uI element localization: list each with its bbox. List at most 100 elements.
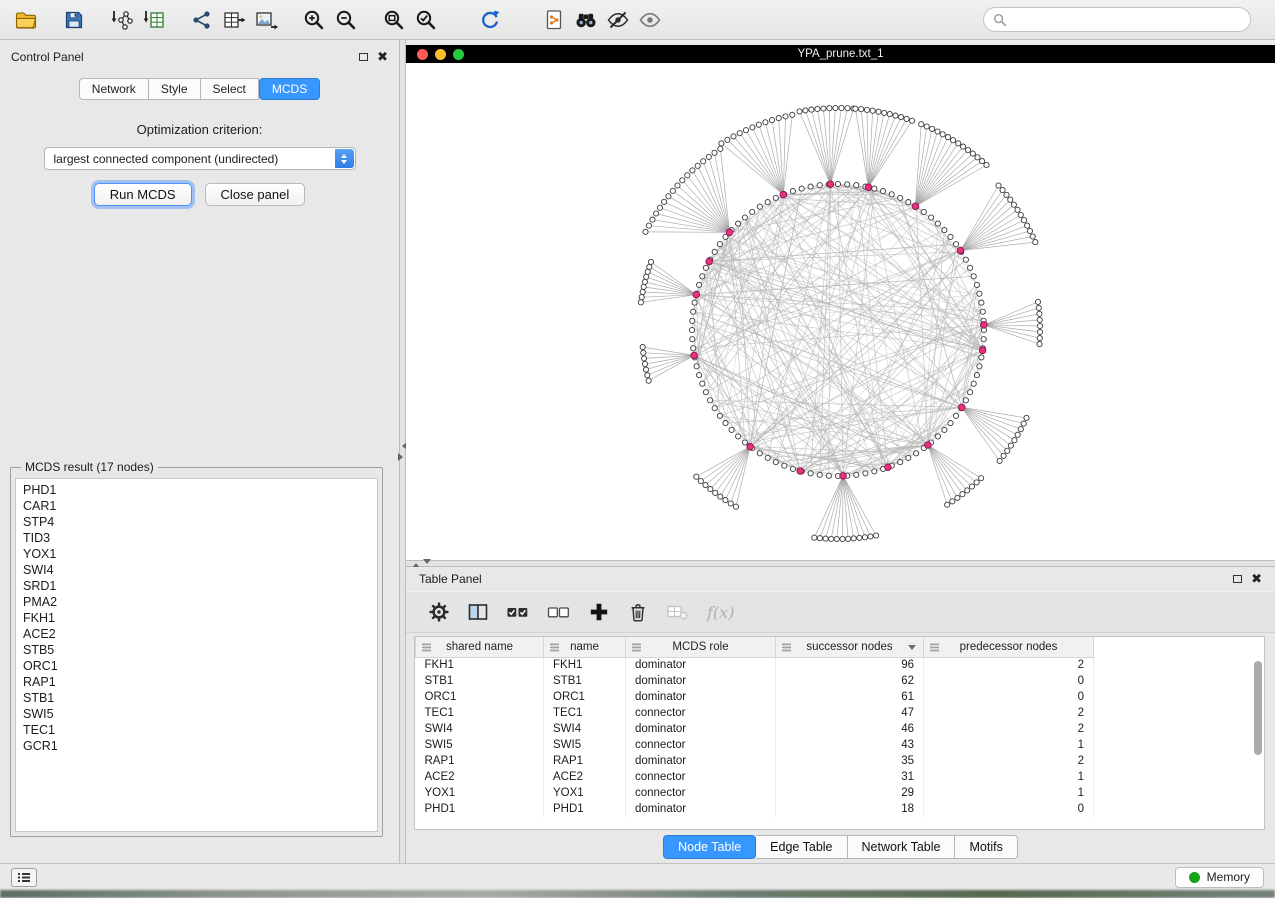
- graph-leaf-node[interactable]: [706, 154, 711, 159]
- graph-node[interactable]: [854, 472, 859, 477]
- graph-dominator-node[interactable]: [885, 464, 892, 471]
- graph-node[interactable]: [906, 200, 911, 205]
- graph-node[interactable]: [968, 390, 973, 395]
- graph-leaf-node[interactable]: [719, 141, 724, 146]
- graph-leaf-node[interactable]: [743, 128, 748, 133]
- graph-leaf-node[interactable]: [713, 490, 718, 495]
- graph-dominator-node[interactable]: [726, 229, 733, 236]
- graph-leaf-node[interactable]: [694, 474, 699, 479]
- graph-leaf-node[interactable]: [639, 295, 644, 300]
- graph-node[interactable]: [729, 427, 734, 432]
- column-header-name[interactable]: name: [544, 637, 626, 657]
- table-scrollbar[interactable]: [1253, 659, 1263, 826]
- graph-node[interactable]: [690, 337, 695, 342]
- graph-node[interactable]: [817, 472, 822, 477]
- graph-leaf-node[interactable]: [756, 122, 761, 127]
- graph-leaf-node[interactable]: [919, 122, 924, 127]
- graph-leaf-node[interactable]: [1005, 448, 1010, 453]
- export-image-button[interactable]: [250, 4, 282, 36]
- graph-leaf-node[interactable]: [859, 107, 864, 112]
- graph-leaf-node[interactable]: [654, 211, 659, 216]
- mcds-result-item[interactable]: GCR1: [23, 738, 377, 754]
- graph-leaf-node[interactable]: [1018, 427, 1023, 432]
- graph-leaf-node[interactable]: [812, 535, 817, 540]
- graph-leaf-node[interactable]: [945, 135, 950, 140]
- select-all-rows-icon[interactable]: [506, 601, 530, 623]
- automation-panel-button[interactable]: [11, 868, 37, 887]
- graph-leaf-node[interactable]: [910, 118, 915, 123]
- graph-node[interactable]: [808, 184, 813, 189]
- graph-node[interactable]: [963, 257, 968, 262]
- graph-leaf-node[interactable]: [640, 345, 645, 350]
- graph-leaf-node[interactable]: [645, 269, 650, 274]
- graph-leaf-node[interactable]: [644, 274, 649, 279]
- graph-node[interactable]: [971, 274, 976, 279]
- graph-leaf-node[interactable]: [823, 536, 828, 541]
- graph-node[interactable]: [790, 466, 795, 471]
- graph-leaf-node[interactable]: [1037, 329, 1042, 334]
- graph-leaf-node[interactable]: [646, 378, 651, 383]
- node-table-row[interactable]: STB1STB1dominator620: [416, 673, 1253, 689]
- graph-leaf-node[interactable]: [650, 217, 655, 222]
- graph-leaf-node[interactable]: [980, 159, 985, 164]
- graph-node[interactable]: [898, 195, 903, 200]
- graph-node[interactable]: [708, 398, 713, 403]
- graph-leaf-node[interactable]: [703, 483, 708, 488]
- graph-dominator-node[interactable]: [979, 347, 986, 354]
- graph-leaf-node[interactable]: [945, 502, 950, 507]
- graph-dominator-node[interactable]: [957, 247, 964, 254]
- tab-network-table[interactable]: Network Table: [848, 835, 956, 859]
- graph-leaf-node[interactable]: [642, 356, 647, 361]
- tab-style[interactable]: Style: [149, 78, 201, 100]
- graph-leaf-node[interactable]: [834, 536, 839, 541]
- graph-leaf-node[interactable]: [647, 264, 652, 269]
- graph-leaf-node[interactable]: [862, 535, 867, 540]
- graph-leaf-node[interactable]: [1018, 212, 1023, 217]
- graph-leaf-node[interactable]: [695, 163, 700, 168]
- graph-dominator-node[interactable]: [840, 473, 847, 480]
- zoom-fit-button[interactable]: [378, 4, 410, 36]
- import-network-button[interactable]: [106, 4, 138, 36]
- delete-column-trash-icon[interactable]: [627, 601, 649, 623]
- column-header-predecessor-nodes[interactable]: predecessor nodes: [924, 637, 1094, 657]
- graph-node[interactable]: [845, 182, 850, 187]
- graph-leaf-node[interactable]: [733, 504, 738, 509]
- graph-node[interactable]: [979, 300, 984, 305]
- graph-leaf-node[interactable]: [1030, 234, 1035, 239]
- graph-leaf-node[interactable]: [950, 499, 955, 504]
- graph-leaf-node[interactable]: [840, 536, 845, 541]
- graph-dominator-node[interactable]: [981, 322, 988, 329]
- tab-motifs[interactable]: Motifs: [955, 835, 1017, 859]
- graph-leaf-node[interactable]: [874, 533, 879, 538]
- graph-leaf-node[interactable]: [1008, 197, 1013, 202]
- graph-node[interactable]: [942, 228, 947, 233]
- graph-leaf-node[interactable]: [640, 289, 645, 294]
- graph-leaf-node[interactable]: [965, 488, 970, 493]
- graph-leaf-node[interactable]: [643, 229, 648, 234]
- import-table-button[interactable]: [138, 4, 170, 36]
- graph-leaf-node[interactable]: [1021, 421, 1026, 426]
- graph-leaf-node[interactable]: [846, 536, 851, 541]
- scrollbar-thumb[interactable]: [1254, 661, 1262, 755]
- graph-leaf-node[interactable]: [827, 106, 832, 111]
- hide-graphics-button[interactable]: [602, 4, 634, 36]
- graph-leaf-node[interactable]: [666, 194, 671, 199]
- graph-leaf-node[interactable]: [851, 536, 856, 541]
- node-table-row[interactable]: YOX1YOX1connector291: [416, 785, 1253, 801]
- graph-node[interactable]: [700, 274, 705, 279]
- graph-leaf-node[interactable]: [662, 199, 667, 204]
- graph-leaf-node[interactable]: [1008, 443, 1013, 448]
- graph-leaf-node[interactable]: [979, 476, 984, 481]
- zoom-window-button[interactable]: [453, 49, 464, 60]
- graph-node[interactable]: [717, 242, 722, 247]
- graph-leaf-node[interactable]: [680, 178, 685, 183]
- graph-node[interactable]: [980, 309, 985, 314]
- graph-node[interactable]: [750, 209, 755, 214]
- open-file-button[interactable]: [10, 4, 42, 36]
- mcds-result-item[interactable]: TEC1: [23, 722, 377, 738]
- criterion-dropdown[interactable]: largest connected component (undirected): [44, 147, 356, 170]
- close-panel-button[interactable]: Close panel: [205, 183, 306, 206]
- graph-leaf-node[interactable]: [904, 116, 909, 121]
- mcds-result-item[interactable]: SWI5: [23, 706, 377, 722]
- graph-leaf-node[interactable]: [1012, 438, 1017, 443]
